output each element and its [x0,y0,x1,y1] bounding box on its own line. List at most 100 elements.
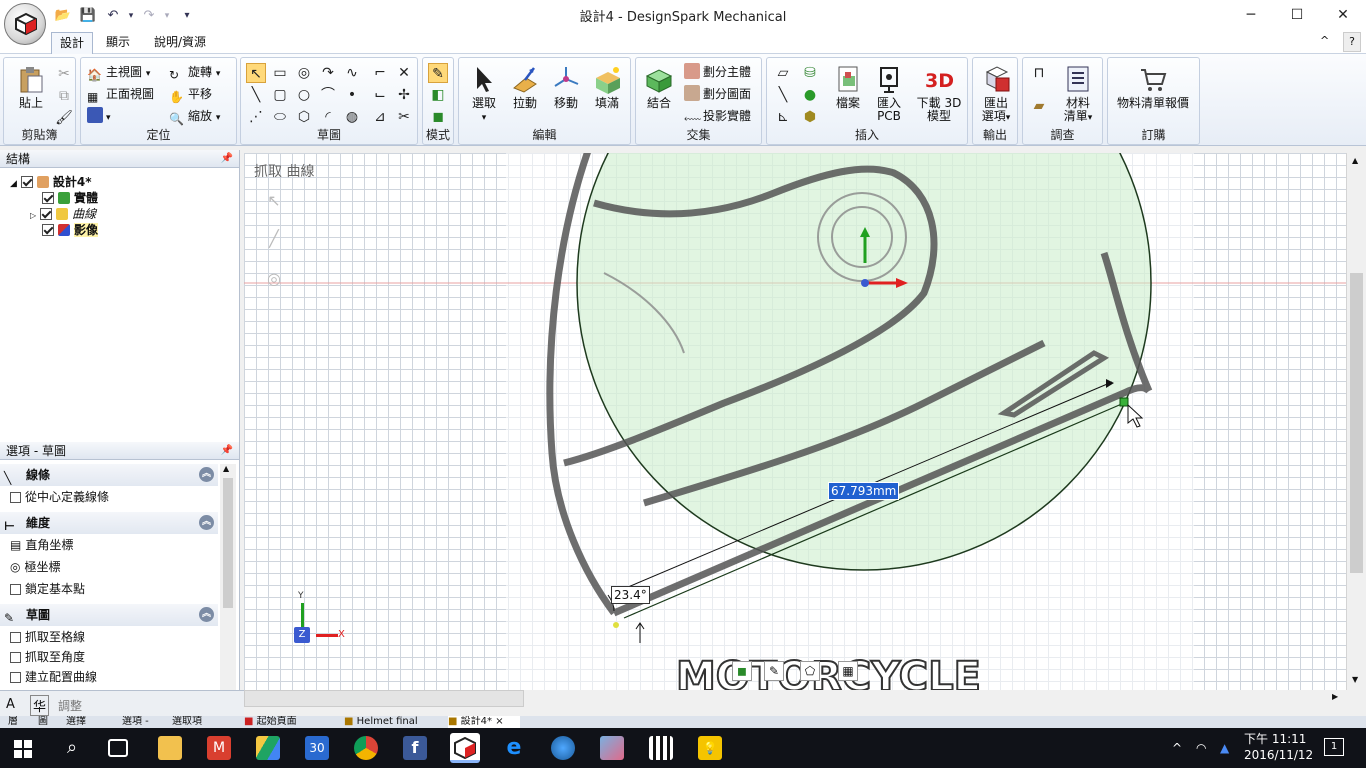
canvas-vertical-scrollbar[interactable]: ▲ ▼ [1346,153,1366,690]
file-explorer-icon[interactable] [158,736,182,760]
wifi-icon[interactable]: ◠ [1196,728,1206,768]
spline-icon[interactable]: ∿ [342,63,362,83]
section-dimensions[interactable]: ⊢ 維度 ︽ [0,512,218,534]
tree-row-image[interactable]: 影像 [42,222,99,238]
scroll-thumb[interactable] [223,478,233,608]
trim-icon[interactable]: ✕ [394,63,414,83]
ellipse-icon[interactable]: ⬭ [270,107,290,127]
collapse-icon[interactable]: ︽ [199,467,214,482]
options-scrollbar[interactable]: ▲ [220,464,236,690]
video-editor-icon[interactable] [649,736,673,760]
paste-button[interactable]: 貼上 [6,64,56,110]
split-line-icon[interactable]: ✂ [394,107,414,127]
globe-app-icon[interactable] [551,736,575,760]
tab-design[interactable]: 設計 [51,32,94,55]
construction-line-icon[interactable]: ⋰ [246,107,266,127]
visibility-checkbox[interactable] [40,208,53,220]
scroll-right-icon[interactable]: ▶ [1332,692,1338,701]
dimension-angle-input[interactable]: 23.4° [611,586,650,604]
download-3d-model-button[interactable]: 3D 下載 3D 模型 [912,64,966,123]
app-logo-icon[interactable] [4,3,46,45]
gmail-icon[interactable]: M [207,736,231,760]
plan-view-button[interactable]: ▦ 正面視圖 [87,84,154,104]
corner-icon[interactable]: ⌐ [370,63,390,83]
clock[interactable]: 下午 11:11 2016/11/12 [1244,731,1313,763]
google-drive-icon[interactable] [256,736,280,760]
view-cube-button[interactable]: ▾ [87,106,111,126]
checkbox[interactable] [10,492,21,503]
checkbox[interactable] [10,652,21,663]
bill-of-materials-button[interactable]: 材料 清單▾ [1053,64,1103,125]
option-define-from-center[interactable]: 從中心定義線條 [10,487,109,507]
left-tab-selection[interactable]: 選擇 [66,716,114,728]
section-mode-icon[interactable]: ◧ [428,85,448,105]
left-tab-options[interactable]: 選項 - [122,716,164,728]
project-body-button[interactable]: ⬳ 投影實體 [684,106,751,126]
option-layout-curves[interactable]: 建立配置曲線 [10,667,97,687]
facebook-icon[interactable]: f [403,736,427,760]
select-sketch-tool-icon[interactable]: ↖ [246,63,266,83]
canvas-tool-options-icon[interactable]: ◎ [260,269,288,295]
tree-row-design[interactable]: ◢ 設計4* [10,174,92,190]
task-view-icon[interactable] [108,739,128,757]
internet-explorer-icon[interactable]: e [502,736,526,760]
scroll-up-icon[interactable]: ▲ [1352,156,1358,165]
point-icon[interactable]: • [342,85,362,105]
arc-3pt-icon[interactable]: ◜ [318,107,338,127]
export-options-button[interactable]: 匯出 選項▾ [971,64,1021,125]
rectangle-icon[interactable]: ▭ [270,63,290,83]
chrome-icon[interactable] [354,736,378,760]
canvas-tool-select-icon[interactable]: ↖ [260,191,288,217]
tray-expand-icon[interactable]: ^ [1172,728,1182,768]
cylinder-icon[interactable]: ⛁ [800,63,820,83]
arc-icon[interactable]: ↷ [318,63,338,83]
doc-tab-helmet-final[interactable]: ■ Helmet final [344,716,444,728]
maximize-button[interactable]: ☐ [1274,0,1320,30]
keep-notes-icon[interactable]: 💡 [698,736,722,760]
font-a-icon[interactable]: A [6,697,15,712]
line-icon[interactable]: ╲ [246,85,266,105]
section-lines[interactable]: ╲ 線條 ︽ [0,464,218,486]
pin-icon[interactable]: 📌 [221,150,233,168]
tree-row-curves[interactable]: ▷ 曲線 [30,206,96,222]
search-icon[interactable]: ⌕ [60,736,84,760]
sphere-icon[interactable]: ● [800,85,820,105]
origin-icon[interactable]: ⊾ [773,107,793,127]
expand-icon[interactable]: ▷ [30,211,36,220]
context-solid-icon[interactable]: ◼ [732,661,752,681]
context-sketch-icon[interactable]: ✎ [764,661,784,681]
split-face-button[interactable]: 劃分圖面 [684,84,751,104]
option-snap-to-angle[interactable]: 抓取至角度 [10,647,85,667]
plane-icon[interactable]: ▱ [773,63,793,83]
format-painter-icon[interactable]: 🖌 [54,108,74,128]
left-tab-views[interactable]: 圖 [38,716,58,728]
cut-icon[interactable]: ✂ [54,64,74,84]
tab-help-resources[interactable]: 說明/資源 [146,32,214,54]
shell-icon[interactable]: ⬢ [800,107,820,127]
sweep-arc-icon[interactable]: ⌒ [318,85,338,105]
visibility-checkbox[interactable] [42,224,54,236]
doc-tab-start-page[interactable]: ■ 起始頁面 [244,716,340,728]
project-icon[interactable]: ⊿ [370,107,390,127]
polygon-icon[interactable]: ⬡ [294,107,314,127]
expand-icon[interactable]: ◢ [10,179,17,189]
3d-mode-icon[interactable]: ◼ [428,107,448,127]
collapse-icon[interactable]: ︽ [199,607,214,622]
option-cartesian[interactable]: ▤ 直角坐標 [10,535,73,555]
axis-icon[interactable]: ╲ [773,85,793,105]
pin-icon[interactable]: 📌 [221,442,233,460]
option-polar[interactable]: ◎ 極坐標 [10,557,61,577]
photo-app-icon[interactable] [600,736,624,760]
spin-button[interactable]: ↻ 旋轉 ▾ [169,62,220,82]
scroll-down-icon[interactable]: ▼ [1352,675,1358,684]
fill-button[interactable]: 填滿 [582,64,632,110]
option-snap-to-grid[interactable]: 抓取至格線 [10,627,85,647]
circle-icon[interactable]: ◎ [294,63,314,83]
visibility-checkbox[interactable] [20,176,33,188]
drive-sync-icon[interactable]: ▲ [1220,728,1229,768]
checkbox[interactable] [10,584,21,595]
triad-z-axis[interactable]: Z [294,627,310,643]
doc-tab-design4[interactable]: ■ 設計4* × [448,716,520,728]
circle-3pt-icon[interactable]: ○ [294,85,314,105]
scroll-up-icon[interactable]: ▲ [223,464,229,473]
